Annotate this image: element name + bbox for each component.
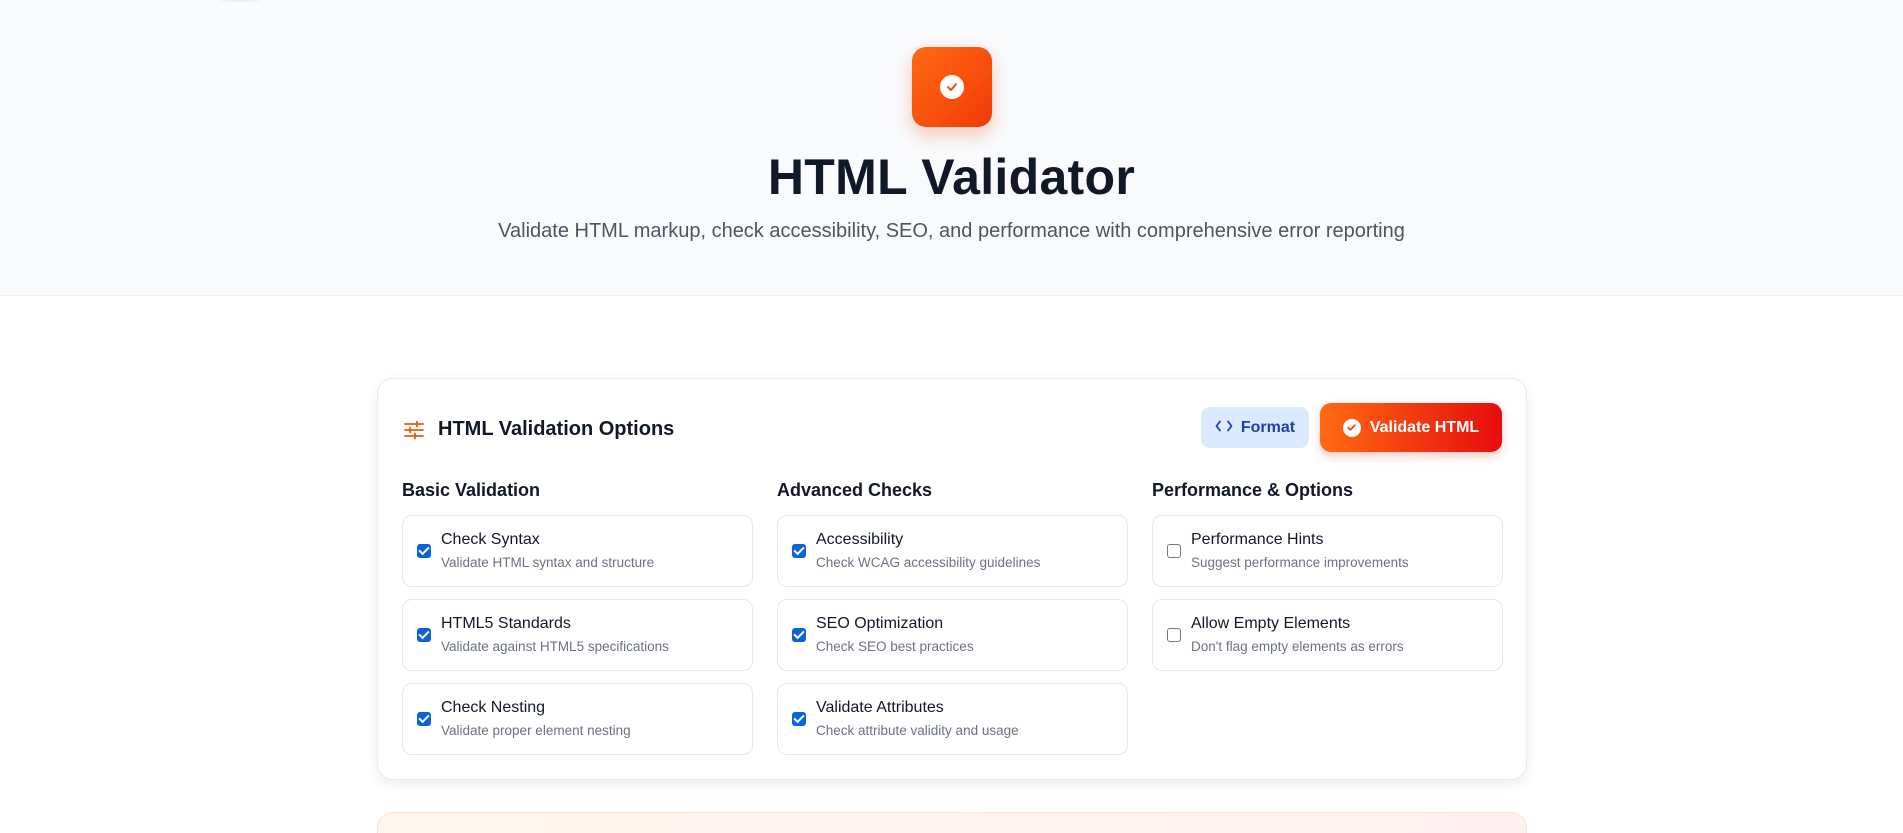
option-performance-hints[interactable]: Performance Hints Suggest performance im… <box>1152 515 1503 587</box>
check-syntax-checkbox[interactable] <box>417 544 431 558</box>
option-title: HTML5 Standards <box>441 615 571 632</box>
validate-button-label: Validate HTML <box>1369 418 1480 436</box>
code-icon <box>1215 419 1233 437</box>
option-accessibility[interactable]: Accessibility Check WCAG accessibility g… <box>777 515 1128 587</box>
format-button[interactable]: Format <box>1201 407 1309 448</box>
column-heading-advanced-checks: Advanced Checks <box>777 480 933 500</box>
option-description: Check attribute validity and usage <box>816 723 1019 738</box>
column-heading-basic-validation: Basic Validation <box>402 480 541 500</box>
check-circle-icon <box>940 75 964 99</box>
option-description: Suggest performance improvements <box>1191 555 1409 570</box>
option-validate-attributes[interactable]: Validate Attributes Check attribute vali… <box>777 683 1128 755</box>
results-panel-partial <box>377 812 1527 833</box>
option-description: Don't flag empty elements as errors <box>1191 639 1404 654</box>
option-title: SEO Optimization <box>816 615 944 632</box>
validate-attributes-checkbox[interactable] <box>792 712 806 726</box>
sliders-icon <box>403 419 425 441</box>
option-allow-empty-elements[interactable]: Allow Empty Elements Don't flag empty el… <box>1152 599 1503 671</box>
allow-empty-elements-checkbox[interactable] <box>1167 628 1181 642</box>
option-description: Validate proper element nesting <box>441 723 631 738</box>
option-html5-standards[interactable]: HTML5 Standards Validate against HTML5 s… <box>402 599 753 671</box>
validate-html-button[interactable]: Validate HTML <box>1320 403 1502 452</box>
html5-standards-checkbox[interactable] <box>417 628 431 642</box>
format-button-label: Format <box>1240 418 1296 436</box>
hero-section: HTML Validator Validate HTML markup, che… <box>0 0 1903 296</box>
option-title: Check Syntax <box>441 531 540 548</box>
option-seo-optimization[interactable]: SEO Optimization Check SEO best practice… <box>777 599 1128 671</box>
performance-hints-checkbox[interactable] <box>1167 544 1181 558</box>
app-logo <box>912 47 992 127</box>
page-title: HTML Validator <box>767 149 1136 205</box>
check-nesting-checkbox[interactable] <box>417 712 431 726</box>
check-circle-icon <box>1342 418 1361 437</box>
accessibility-checkbox[interactable] <box>792 544 806 558</box>
seo-optimization-checkbox[interactable] <box>792 628 806 642</box>
option-description: Validate against HTML5 specifications <box>441 639 669 654</box>
option-description: Check SEO best practices <box>816 639 974 654</box>
hero-decoration <box>215 0 265 2</box>
panel-title: HTML Validation Options <box>438 418 675 440</box>
option-check-nesting[interactable]: Check Nesting Validate proper element ne… <box>402 683 753 755</box>
option-title: Validate Attributes <box>816 699 944 716</box>
option-description: Validate HTML syntax and structure <box>441 555 655 570</box>
page-subtitle: Validate HTML markup, check accessibilit… <box>498 220 1405 242</box>
option-title: Allow Empty Elements <box>1191 615 1351 632</box>
option-title: Check Nesting <box>441 699 546 716</box>
option-check-syntax[interactable]: Check Syntax Validate HTML syntax and st… <box>402 515 753 587</box>
option-title: Accessibility <box>816 531 904 548</box>
validation-options-panel: HTML Validation Options Format Validate … <box>377 378 1527 780</box>
option-description: Check WCAG accessibility guidelines <box>816 555 1041 570</box>
option-title: Performance Hints <box>1191 531 1324 548</box>
column-heading-performance-options: Performance & Options <box>1152 480 1354 500</box>
